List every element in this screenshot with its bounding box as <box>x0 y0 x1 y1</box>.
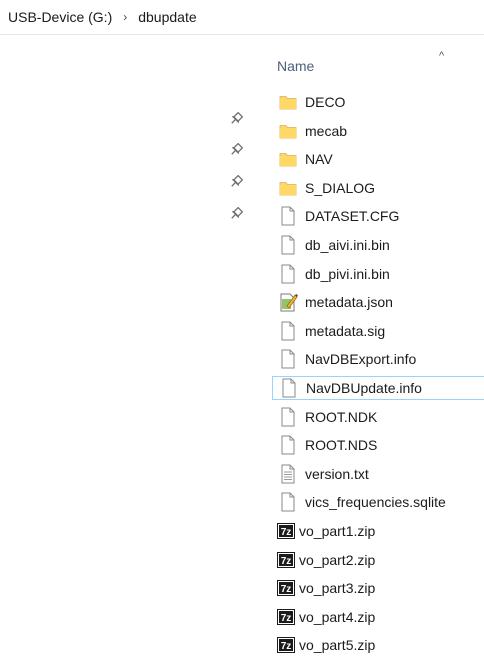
column-header-name[interactable]: ^ Name <box>277 50 484 80</box>
folder-item[interactable]: S_DIALOG <box>272 176 484 200</box>
file-item[interactable]: NavDBUpdate.info <box>272 376 484 400</box>
7zip-archive-icon: 7z <box>276 607 296 627</box>
7zip-archive-icon: 7z <box>276 578 296 598</box>
file-name: version.txt <box>305 466 369 482</box>
file-name: metadata.json <box>305 294 393 310</box>
breadcrumb-drive[interactable]: USB-Device (G:) <box>6 9 114 25</box>
file-icon <box>278 349 298 369</box>
file-icon <box>278 321 298 341</box>
folder-icon <box>278 121 298 141</box>
file-name: DATASET.CFG <box>305 208 400 224</box>
folder-item[interactable]: NAV <box>272 147 484 171</box>
file-item[interactable]: db_aivi.ini.bin <box>272 233 484 257</box>
file-icon <box>278 235 298 255</box>
file-icon <box>278 435 298 455</box>
folder-item[interactable]: DECO <box>272 90 484 114</box>
file-name: vo_part2.zip <box>299 552 376 568</box>
folder-icon <box>278 178 298 198</box>
file-name: NavDBExport.info <box>305 351 417 367</box>
folder-icon <box>278 92 298 112</box>
file-name: mecab <box>305 123 348 139</box>
svg-text:7z: 7z <box>281 556 292 567</box>
folder-icon <box>278 149 298 169</box>
file-item[interactable]: vics_frequencies.sqlite <box>272 490 484 514</box>
file-icon <box>278 407 298 427</box>
svg-text:7z: 7z <box>281 527 292 538</box>
file-name: DECO <box>305 94 346 110</box>
file-item[interactable]: db_pivi.ini.bin <box>272 262 484 286</box>
file-name: vics_frequencies.sqlite <box>305 494 446 510</box>
file-item[interactable]: 7z vo_part4.zip <box>272 605 484 629</box>
file-item[interactable]: 7z vo_part2.zip <box>272 548 484 572</box>
file-name: metadata.sig <box>305 323 386 339</box>
7zip-archive-icon: 7z <box>276 550 296 570</box>
file-name: ROOT.NDS <box>305 437 378 453</box>
file-item[interactable]: metadata.sig <box>272 319 484 343</box>
pin-icon[interactable] <box>229 142 244 157</box>
file-name: NAV <box>305 151 333 167</box>
svg-text:7z: 7z <box>281 613 292 624</box>
file-item[interactable]: version.txt <box>272 462 484 486</box>
file-name: ROOT.NDK <box>305 409 378 425</box>
file-item[interactable]: 7z vo_part3.zip <box>272 576 484 600</box>
breadcrumb: USB-Device (G:) › dbupdate <box>0 0 484 35</box>
7zip-archive-icon: 7z <box>276 635 296 655</box>
file-name: vo_part1.zip <box>299 523 376 539</box>
svg-text:7z: 7z <box>281 641 292 652</box>
sort-ascending-icon: ^ <box>439 50 445 62</box>
folder-item[interactable]: mecab <box>272 119 484 143</box>
file-item[interactable]: DATASET.CFG <box>272 204 484 228</box>
file-name: vo_part4.zip <box>299 609 376 625</box>
svg-text:7z: 7z <box>281 584 292 595</box>
file-item[interactable]: NavDBExport.info <box>272 347 484 371</box>
file-item[interactable]: ROOT.NDS <box>272 433 484 457</box>
column-name-label: Name <box>277 58 315 74</box>
pin-icon[interactable] <box>229 206 244 221</box>
text-file-icon <box>278 464 298 484</box>
file-name: db_aivi.ini.bin <box>305 237 390 253</box>
file-name: NavDBUpdate.info <box>306 380 422 396</box>
file-item[interactable]: 7z vo_part1.zip <box>272 519 484 543</box>
file-item[interactable]: ROOT.NDK <box>272 405 484 429</box>
file-item[interactable]: 7z vo_part5.zip <box>272 633 484 657</box>
pin-icon[interactable] <box>229 111 244 126</box>
file-name: S_DIALOG <box>305 180 376 196</box>
breadcrumb-folder[interactable]: dbupdate <box>136 9 198 25</box>
file-icon <box>279 378 299 398</box>
file-icon <box>278 492 298 512</box>
pin-icon[interactable] <box>229 174 244 189</box>
7zip-archive-icon: 7z <box>276 521 296 541</box>
breadcrumb-separator[interactable]: › <box>114 10 136 24</box>
file-name: db_pivi.ini.bin <box>305 266 390 282</box>
file-item[interactable]: metadata.json <box>272 290 484 314</box>
file-icon <box>278 206 298 226</box>
file-icon <box>278 264 298 284</box>
json-file-icon <box>278 292 298 312</box>
file-name: vo_part3.zip <box>299 580 376 596</box>
file-name: vo_part5.zip <box>299 637 376 653</box>
